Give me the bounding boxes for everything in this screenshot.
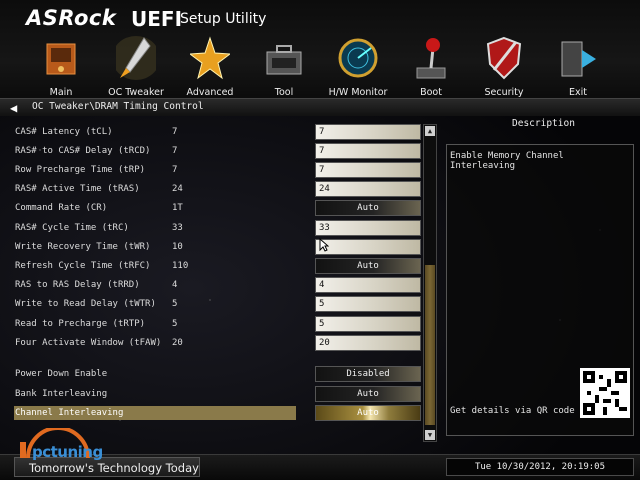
exit-icon <box>561 41 596 77</box>
brand-logo: ASRock <box>26 6 117 30</box>
setting-value-input[interactable]: 4 <box>315 277 421 293</box>
setting-row[interactable]: Write to Read Delay (tWTR) 5 <box>15 297 297 311</box>
main-nav: Main OC Tweaker Advanced Tool H/W Monito… <box>0 30 640 102</box>
setting-row[interactable]: CAS# Latency (tCL) 7 <box>15 125 297 139</box>
setting-current-value: 24 <box>172 184 183 194</box>
setting-name: Four Activate Window (tFAW) <box>15 338 162 348</box>
setting-row[interactable]: RAS# Active Time (tRAS) 24 <box>15 182 297 196</box>
setting-row[interactable]: Refresh Cycle Time (tRFC) 110 <box>15 259 297 273</box>
shield-icon <box>486 36 522 80</box>
setting-value-input[interactable]: 7 <box>315 124 421 140</box>
setting-value-input[interactable]: 5 <box>315 316 421 332</box>
setting-value-input[interactable]: 24 <box>315 181 421 197</box>
setting-name: RAS# Active Time (tRAS) <box>15 184 140 194</box>
setting-name: RAS# to CAS# Delay (tRCD) <box>15 146 151 156</box>
setting-name: Write Recovery Time (tWR) <box>15 242 151 252</box>
star-icon <box>190 36 230 80</box>
scrollbar-thumb[interactable] <box>425 265 435 425</box>
description-title: Description <box>512 118 575 129</box>
setting-row[interactable]: Read to Precharge (tRTP) 5 <box>15 317 297 331</box>
tab-exit[interactable]: Exit <box>541 30 615 102</box>
rocket-icon <box>116 36 156 80</box>
joystick-icon <box>416 38 446 79</box>
setting-name: Channel Interleaving <box>15 408 124 418</box>
setting-row[interactable]: Channel Interleaving <box>14 406 296 420</box>
tab-tool[interactable]: Tool <box>247 30 321 102</box>
tab-tool-label: Tool <box>274 87 294 98</box>
tab-oc-tweaker[interactable]: OC Tweaker <box>99 30 173 102</box>
setting-name: RAS to RAS Delay (tRRD) <box>15 280 140 290</box>
toolbox-icon <box>266 45 302 75</box>
setting-current-value: 4 <box>172 280 178 290</box>
setting-current-value: 20 <box>172 338 183 348</box>
setting-value-input[interactable]: 33 <box>315 220 421 236</box>
tab-boot[interactable]: Boot <box>394 30 468 102</box>
setting-row[interactable]: RAS# Cycle Time (tRC) 33 <box>15 221 297 235</box>
setting-value-input[interactable]: 7 <box>315 162 421 178</box>
setting-current-value: 7 <box>172 127 178 137</box>
tab-main-label: Main <box>49 87 73 98</box>
date-time: Tue 10/30/2012, 20:19:05 <box>446 458 634 476</box>
setting-value-select[interactable]: Auto <box>315 200 421 216</box>
setting-current-value: 5 <box>172 299 178 309</box>
setting-row[interactable]: Power Down Enable <box>15 367 297 381</box>
setting-value-select[interactable]: Auto <box>315 405 421 421</box>
setting-name: Command Rate (CR) <box>15 203 108 213</box>
setting-value-input[interactable]: 20 <box>315 335 421 351</box>
tab-main[interactable]: Main <box>24 30 98 102</box>
qr-hint-text: Get details via QR code <box>450 406 575 416</box>
watermark-logo: pctuning <box>32 443 103 461</box>
tab-boot-label: Boot <box>420 87 442 98</box>
setting-row[interactable]: Row Precharge Time (tRP) 7 <box>15 163 297 177</box>
setting-name: Row Precharge Time (tRP) <box>15 165 146 175</box>
setting-row[interactable]: RAS# to CAS# Delay (tRCD) 7 <box>15 144 297 158</box>
breadcrumb: OC Tweaker\DRAM Timing Control <box>32 101 204 112</box>
description-text: Enable Memory Channel Interleaving <box>450 151 564 171</box>
setting-name: Bank Interleaving <box>15 389 108 399</box>
setting-name: Read to Precharge (tRTP) <box>15 319 146 329</box>
setting-value-select[interactable]: Disabled <box>315 366 421 382</box>
setting-name: CAS# Latency (tCL) <box>15 127 113 137</box>
setting-row[interactable]: RAS to RAS Delay (tRRD) 4 <box>15 278 297 292</box>
main-icon <box>46 43 76 75</box>
tab-advanced-label: Advanced <box>186 87 234 98</box>
tab-hw-monitor[interactable]: H/W Monitor <box>321 30 395 102</box>
setting-name: RAS# Cycle Time (tRC) <box>15 223 129 233</box>
mouse-cursor-icon <box>319 238 329 252</box>
setting-row[interactable]: Bank Interleaving <box>15 387 297 401</box>
setting-row[interactable]: Command Rate (CR) 1T <box>15 201 297 215</box>
setting-row[interactable]: Write Recovery Time (tWR) 10 <box>15 240 297 254</box>
setting-current-value: 1T <box>172 203 183 213</box>
tab-exit-label: Exit <box>569 87 587 98</box>
scroll-up-icon[interactable]: ▲ <box>425 126 435 136</box>
back-arrow-icon[interactable]: ◀ <box>10 101 17 115</box>
setting-current-value: 5 <box>172 319 178 329</box>
setting-current-value: 7 <box>172 165 178 175</box>
tab-advanced[interactable]: Advanced <box>173 30 247 102</box>
setting-name: Write to Read Delay (tWTR) <box>15 299 156 309</box>
setting-row[interactable]: Four Activate Window (tFAW) 20 <box>15 336 297 350</box>
setting-value-select[interactable]: Auto <box>315 386 421 402</box>
setting-value-input[interactable] <box>315 239 421 255</box>
setting-value-input[interactable]: 7 <box>315 143 421 159</box>
tab-security[interactable]: Security <box>467 30 541 102</box>
setup-utility-title: Setup Utility <box>180 11 267 27</box>
tab-oc-tweaker-label: OC Tweaker <box>108 87 164 98</box>
radar-icon <box>338 38 378 78</box>
scrollbar[interactable]: ▲ ▼ <box>423 124 437 442</box>
setting-current-value: 33 <box>172 223 183 233</box>
setting-current-value: 7 <box>172 146 178 156</box>
setting-current-value: 110 <box>172 261 189 271</box>
uefi-title: UEFI <box>131 7 183 31</box>
setting-value-select[interactable]: Auto <box>315 258 421 274</box>
tab-hw-monitor-label: H/W Monitor <box>328 87 388 98</box>
setting-name: Refresh Cycle Time (tRFC) <box>15 261 151 271</box>
setting-value-input[interactable]: 5 <box>315 296 421 312</box>
qr-code <box>580 368 630 418</box>
tab-security-label: Security <box>484 87 524 98</box>
setting-current-value: 10 <box>172 242 183 252</box>
scroll-down-icon[interactable]: ▼ <box>425 430 435 440</box>
setting-name: Power Down Enable <box>15 369 108 379</box>
